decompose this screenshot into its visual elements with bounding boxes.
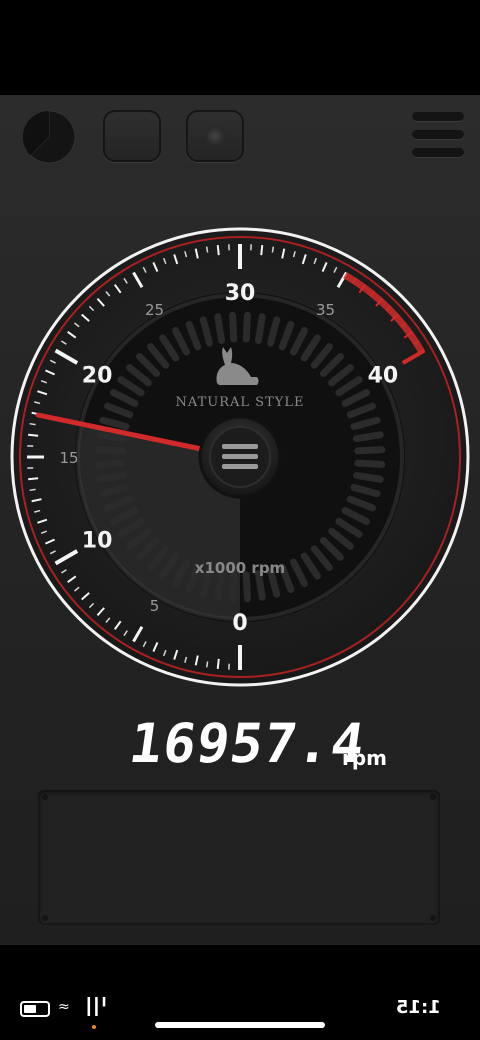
rpm-readout-unit: rpm: [342, 746, 388, 770]
record-dot-icon: [205, 126, 225, 146]
gauge-subtick: [29, 422, 36, 426]
gauge-segment: [242, 571, 251, 603]
gauge-minor-label: 25: [145, 301, 164, 319]
gauge-segment: [354, 446, 386, 455]
gauge-segment: [94, 459, 126, 468]
screw-icon: [430, 915, 436, 921]
screw-icon: [430, 794, 436, 800]
privacy-indicator: [92, 1025, 96, 1029]
hamburger-menu-icon[interactable]: [410, 110, 466, 160]
gauge-segment: [254, 570, 266, 601]
rpm-readout-value: 16957.4: [125, 712, 370, 775]
gauge-minor-label: 5: [150, 597, 160, 615]
signal-icon: ┃┃╹: [84, 997, 109, 1016]
gauge-segment: [214, 313, 226, 344]
wifi-icon: ≈: [58, 999, 70, 1015]
gauge-segment: [254, 313, 266, 344]
gauge-major-label: 40: [368, 364, 399, 389]
home-indicator[interactable]: [155, 1022, 325, 1028]
info-display-box: [38, 790, 440, 925]
gauge-segment: [242, 311, 251, 343]
gauge-tick: [260, 245, 264, 256]
status-time: 1:15: [396, 997, 441, 1018]
gauge-segment: [229, 311, 238, 343]
status-bar: ≈ ┃┃╹ 1:15: [0, 995, 480, 1025]
gauge-minor-label: 35: [316, 301, 335, 319]
gauge-tick: [28, 477, 39, 481]
gauge-major-label: 30: [225, 281, 256, 306]
hub-menu-icon: [222, 444, 258, 469]
gauge-tick: [216, 245, 220, 256]
battery-icon: [20, 1001, 50, 1017]
gauge-subtick: [205, 661, 209, 668]
gauge-subtick: [205, 246, 209, 253]
gauge-segment: [353, 431, 384, 443]
gauge-subtick: [271, 246, 275, 253]
pie-chart-icon[interactable]: [22, 110, 76, 164]
gauge-segment: [94, 446, 126, 455]
gauge-major-label: 10: [82, 529, 113, 554]
rpm-gauge: 0 10 20 30 40 5 15 25 35 NATURAL STYLE x1000 rpm: [10, 227, 470, 687]
gauge-segment: [229, 571, 238, 603]
gauge-segment: [96, 471, 127, 483]
gauge-brand-text: NATURAL STYLE: [176, 395, 305, 410]
gauge-segment: [354, 459, 386, 468]
blank-button[interactable]: [103, 110, 161, 162]
gauge-subtick: [29, 488, 36, 492]
gauge-tick: [216, 658, 220, 669]
record-button[interactable]: [186, 110, 244, 162]
gauge-segment: [353, 471, 384, 483]
gauge-unit-label: x1000 rpm: [195, 559, 285, 577]
screw-icon: [42, 915, 48, 921]
gauge-tick: [28, 433, 39, 437]
gauge-segment: [96, 431, 127, 443]
gauge-segment: [214, 570, 226, 601]
rpm-readout: 16957.4 rpm: [126, 712, 470, 782]
gauge-minor-label: 15: [59, 449, 78, 467]
gauge-major-label: 0: [232, 611, 247, 636]
screw-icon: [42, 794, 48, 800]
gauge-major-label: 20: [82, 364, 113, 389]
